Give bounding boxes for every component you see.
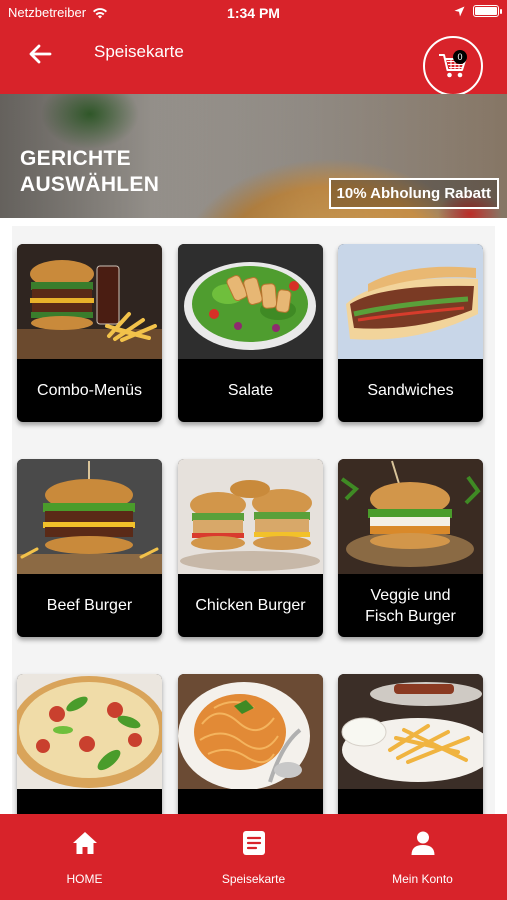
location-arrow-icon — [454, 6, 465, 16]
sandwich-image — [338, 244, 483, 359]
status-bar: Netzbetreiber 1:34 PM — [0, 0, 507, 26]
category-card-salads[interactable]: Salate — [178, 244, 323, 422]
pizza-image — [17, 674, 162, 789]
category-card-combo-menus[interactable]: Combo-Menüs — [17, 244, 162, 422]
chicken-burger-image — [178, 459, 323, 574]
status-time: 1:34 PM — [227, 5, 280, 21]
salad-image — [178, 244, 323, 359]
home-icon — [72, 832, 97, 854]
category-label: Salate — [227, 382, 274, 399]
category-label — [17, 789, 162, 814]
fries-plate-image — [338, 674, 483, 789]
category-card-veggie-fish-burger[interactable]: Veggie und Fisch Burger — [338, 459, 483, 637]
category-card-pizza[interactable] — [17, 674, 162, 814]
category-label: Chicken Burger — [195, 597, 306, 614]
banner-title-line2: AUSWÄHLEN — [20, 173, 160, 196]
category-label — [178, 789, 323, 814]
nav-account[interactable]: Mein Konto — [338, 814, 507, 900]
category-label — [338, 789, 483, 814]
spaghetti-image — [178, 674, 323, 789]
app-header: Speisekarte 0 — [0, 26, 507, 96]
category-label: Combo-Menüs — [37, 382, 142, 399]
nav-home-label: HOME — [66, 872, 103, 886]
nav-home[interactable]: HOME — [0, 814, 169, 900]
back-button[interactable] — [26, 40, 54, 68]
combo-menu-image — [17, 244, 162, 359]
veggie-burger-image — [338, 459, 483, 574]
nav-account-label: Mein Konto — [392, 872, 453, 886]
hero-banner: GERICHTE AUSWÄHLEN 10% Abholung Rabatt — [0, 94, 507, 218]
category-grid: Combo-Menüs Salate Sandwiches Beef Burge… — [12, 226, 495, 814]
banner-title: GERICHTE AUSWÄHLEN — [20, 146, 159, 198]
user-icon — [411, 831, 434, 855]
arrow-left-icon — [29, 44, 52, 64]
page-title: Speisekarte — [94, 42, 184, 61]
category-card-sides[interactable] — [338, 674, 483, 814]
discount-badge: 10% Abholung Rabatt — [328, 178, 499, 209]
banner-title-line1: GERICHTE — [20, 147, 131, 170]
category-card-pasta[interactable] — [178, 674, 323, 814]
cart-button[interactable]: 0 — [423, 36, 483, 96]
category-label: Beef Burger — [46, 597, 133, 614]
category-card-sandwiches[interactable]: Sandwiches — [338, 244, 483, 422]
nav-menu[interactable]: Speisekarte — [169, 814, 338, 900]
bottom-navigation: HOME Speisekarte Mein Konto — [0, 814, 507, 900]
category-label: Sandwiches — [367, 382, 454, 399]
battery-icon — [473, 5, 502, 17]
beef-burger-image — [17, 459, 162, 574]
category-card-chicken-burger[interactable]: Chicken Burger — [178, 459, 323, 637]
category-card-beef-burger[interactable]: Beef Burger — [17, 459, 162, 637]
cart-count-badge: 0 — [453, 50, 467, 64]
menu-list-icon — [242, 831, 265, 855]
category-label: Veggie und Fisch Burger — [365, 586, 456, 625]
nav-menu-label: Speisekarte — [221, 872, 286, 886]
